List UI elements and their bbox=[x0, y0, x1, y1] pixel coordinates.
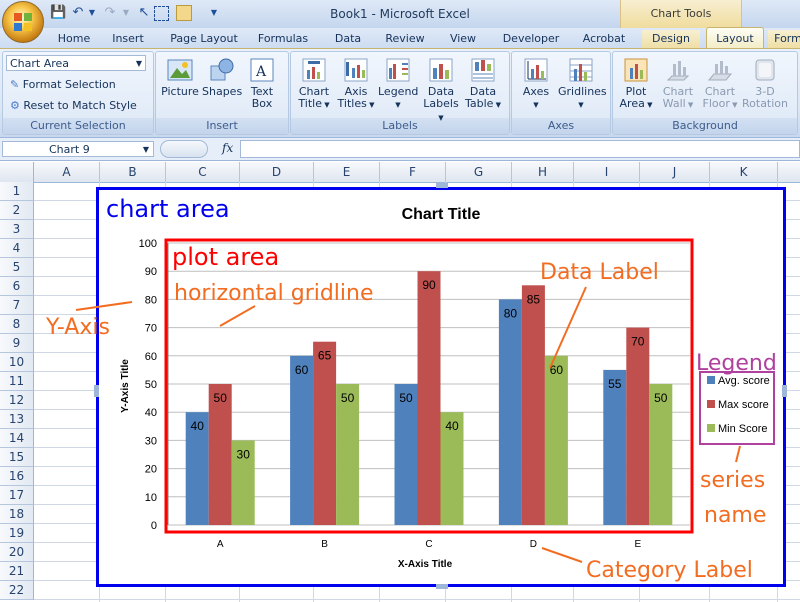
data-label[interactable]: 85 bbox=[527, 292, 541, 306]
y-tick-label: 60 bbox=[145, 351, 157, 363]
category-label-annotation: Category Label bbox=[586, 558, 753, 583]
bar-min-score-e[interactable] bbox=[649, 384, 673, 525]
category-label[interactable]: C bbox=[425, 539, 432, 550]
data-label[interactable]: 80 bbox=[504, 306, 518, 320]
category-labels: A B C D E bbox=[217, 539, 642, 550]
bar-avg-score-e[interactable] bbox=[603, 369, 627, 525]
legend-entry[interactable]: Avg. score bbox=[718, 375, 770, 387]
data-label[interactable]: 50 bbox=[654, 391, 668, 405]
legend[interactable]: Avg. score Max score Min Score bbox=[707, 375, 770, 435]
y-tick-label: 70 bbox=[145, 323, 157, 335]
bar-avg-score-d[interactable] bbox=[498, 299, 522, 525]
legend-annotation: Legend bbox=[696, 351, 777, 376]
series-name-annotation-2: name bbox=[704, 503, 766, 528]
y-tick-label: 20 bbox=[145, 464, 157, 476]
bar-max-score-b[interactable] bbox=[313, 341, 337, 525]
plot-area-annotation: plot area bbox=[172, 243, 279, 271]
office-button[interactable] bbox=[2, 1, 44, 43]
data-label[interactable]: 60 bbox=[295, 363, 309, 377]
y-axis-tick-labels: 0 10 20 30 40 50 60 70 80 90 100 bbox=[139, 238, 157, 532]
y-axis-title[interactable]: Y-Axis Title bbox=[120, 359, 131, 413]
category-label[interactable]: E bbox=[634, 539, 641, 550]
bar-min-score-b[interactable] bbox=[336, 384, 360, 525]
office-logo-icon bbox=[14, 13, 32, 31]
chart-area-annotation: chart area bbox=[106, 195, 230, 223]
legend-swatch bbox=[707, 424, 715, 432]
y-tick-label: 40 bbox=[145, 407, 157, 419]
data-label[interactable]: 40 bbox=[445, 419, 459, 433]
legend-entry[interactable]: Min Score bbox=[718, 423, 768, 435]
data-label[interactable]: 70 bbox=[631, 335, 645, 349]
category-label[interactable]: B bbox=[321, 539, 328, 550]
series-name-callout-line bbox=[735, 445, 741, 463]
category-label[interactable]: A bbox=[217, 539, 224, 550]
bar-series[interactable] bbox=[185, 271, 673, 525]
legend-swatch bbox=[707, 376, 715, 384]
legend-swatch bbox=[707, 400, 715, 408]
x-axis-title[interactable]: X-Axis Title bbox=[398, 559, 453, 570]
y-tick-label: 90 bbox=[145, 266, 157, 278]
y-axis-callout-line bbox=[75, 301, 133, 311]
y-tick-label: 10 bbox=[145, 492, 157, 504]
category-label[interactable]: D bbox=[530, 539, 537, 550]
data-label[interactable]: 50 bbox=[341, 391, 355, 405]
data-label[interactable]: 40 bbox=[191, 419, 205, 433]
data-label[interactable]: 55 bbox=[608, 377, 622, 391]
y-tick-label: 50 bbox=[145, 379, 157, 391]
bar-max-score-e[interactable] bbox=[626, 327, 650, 525]
y-tick-label: 80 bbox=[145, 294, 157, 306]
data-label[interactable]: 30 bbox=[237, 447, 251, 461]
y-tick-label: 30 bbox=[145, 435, 157, 447]
data-label[interactable]: 50 bbox=[399, 391, 413, 405]
gridline-callout-line bbox=[219, 305, 256, 327]
data-label[interactable]: 50 bbox=[214, 391, 228, 405]
bar-min-score-d[interactable] bbox=[544, 355, 568, 525]
data-label[interactable]: 65 bbox=[318, 349, 332, 363]
data-label-annotation: Data Label bbox=[540, 260, 659, 285]
bar-max-score-a[interactable] bbox=[208, 384, 232, 525]
chart-title[interactable]: Chart Title bbox=[402, 206, 481, 223]
category-label-callout-line bbox=[541, 547, 583, 563]
data-label[interactable]: 90 bbox=[422, 278, 436, 292]
chart-canvas: Chart Title 0 10 20 30 40 50 60 70 80 90 100 40 50 3… bbox=[45, 195, 777, 583]
bar-avg-score-c[interactable] bbox=[394, 384, 418, 525]
horizontal-gridline-annotation: horizontal gridline bbox=[174, 281, 374, 306]
bar-max-score-c[interactable] bbox=[417, 271, 441, 525]
legend-entry[interactable]: Max score bbox=[718, 399, 769, 411]
y-axis-annotation: Y-Axis bbox=[45, 315, 110, 340]
bar-avg-score-b[interactable] bbox=[290, 355, 314, 525]
y-tick-label: 100 bbox=[139, 238, 157, 250]
y-tick-label: 0 bbox=[151, 520, 157, 532]
bar-max-score-d[interactable] bbox=[521, 285, 545, 525]
series-name-annotation-1: series bbox=[700, 468, 765, 493]
